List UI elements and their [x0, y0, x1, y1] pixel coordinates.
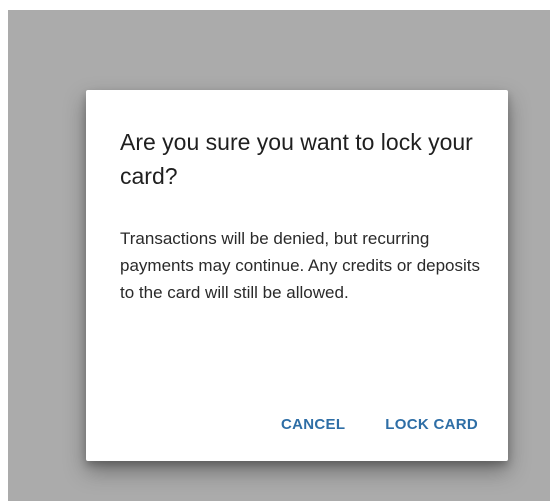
lock-card-button[interactable]: LOCK CARD	[377, 410, 486, 439]
dialog-title: Are you sure you want to lock your card?	[120, 129, 473, 189]
cancel-button[interactable]: CANCEL	[273, 410, 353, 439]
dialog-message: Transactions will be denied, but recurri…	[120, 229, 481, 302]
dialog-actions: CANCEL LOCK CARD	[273, 410, 486, 439]
lock-card-dialog: Are you sure you want to lock your card?…	[86, 90, 508, 461]
scrim-backdrop[interactable]: Are you sure you want to lock your card?…	[8, 10, 550, 501]
